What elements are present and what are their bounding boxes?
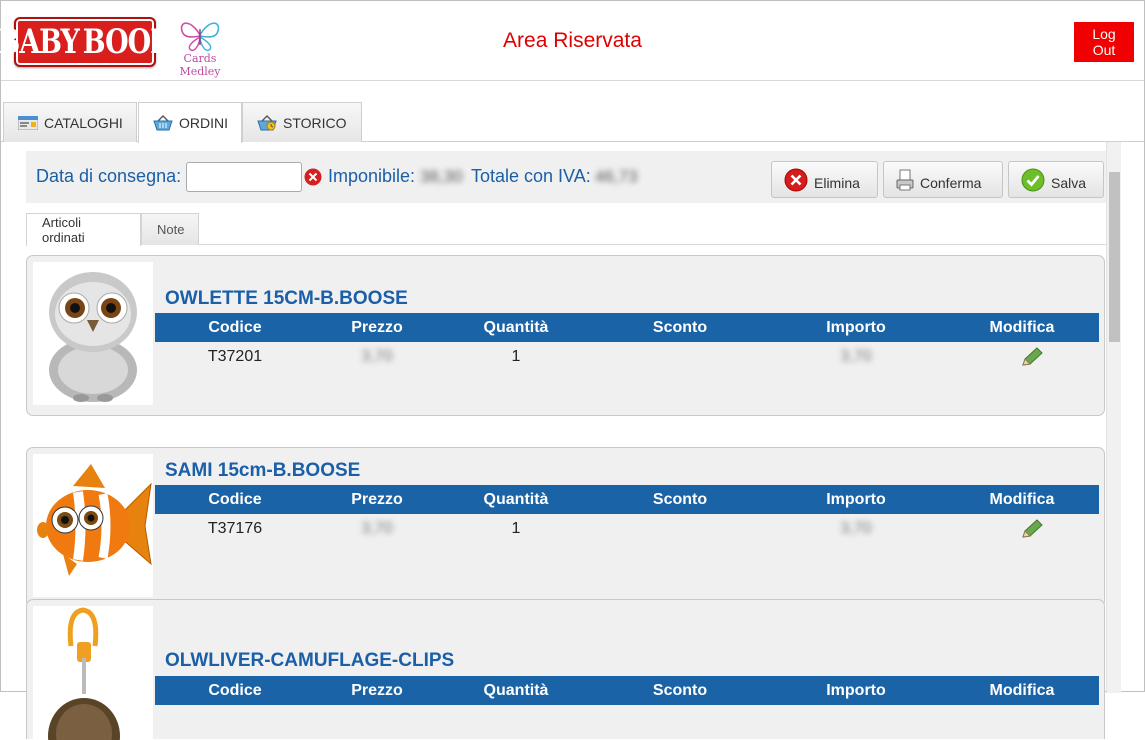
product-card: OWLETTE 15CM-B.BOOSE Codice Prezzo Quant…	[26, 255, 1105, 416]
product-code: T37176	[207, 520, 263, 537]
product-quantity: 1	[511, 348, 521, 365]
header-codice: Codice	[208, 490, 262, 508]
table-header: Codice Prezzo Quantità Sconto Importo Mo…	[155, 313, 1099, 342]
cards-medley-wordmark: Cards Medley	[179, 52, 221, 78]
tab-label: ORDINI	[179, 115, 228, 131]
product-name: OLWLIVER-CAMUFLAGE-CLIPS	[165, 650, 455, 671]
header-sconto: Sconto	[652, 681, 708, 699]
basket-icon	[153, 115, 173, 131]
header-prezzo: Prezzo	[351, 318, 403, 336]
subtab-note[interactable]: Note	[141, 213, 199, 245]
clear-date-icon[interactable]	[304, 168, 322, 186]
header-prezzo: Prezzo	[351, 490, 403, 508]
header: BABY BOOK Cards Medley Area Riservata Lo…	[0, 1, 1144, 81]
product-amount: 3,70	[840, 348, 872, 365]
tab-label: CATALOGHI	[44, 114, 123, 131]
header-prezzo: Prezzo	[351, 681, 403, 699]
pencil-icon[interactable]	[1020, 518, 1044, 540]
product-table: Codice Prezzo Quantità Sconto Importo Mo…	[155, 485, 1099, 544]
tab-cataloghi[interactable]: CATALOGHI	[3, 102, 137, 142]
product-image	[33, 262, 153, 405]
tab-ordini[interactable]: ORDINI	[138, 102, 242, 143]
tab-storico[interactable]: STORICO	[242, 102, 362, 142]
taxable-label: Imponibile:	[328, 166, 416, 186]
page-scrollbar[interactable]	[1106, 142, 1121, 693]
basket-history-icon	[257, 114, 277, 131]
page-title: Area Riservata	[503, 29, 642, 52]
product-code: T37201	[207, 348, 263, 365]
confirm-label: Conferma	[920, 174, 982, 191]
delete-button[interactable]: Elimina	[771, 161, 878, 198]
product-table: Codice Prezzo Quantità Sconto Importo Mo…	[155, 313, 1099, 372]
header-sconto: Sconto	[652, 318, 708, 336]
order-toolbar: Data di consegna: Imponibile: 38,30 Tota…	[26, 151, 1106, 203]
catalog-icon	[18, 115, 38, 130]
product-card: SAMI 15cm-B.BOOSE Codice Prezzo Quantità…	[26, 447, 1105, 608]
delivery-date-label: Data di consegna:	[36, 166, 182, 186]
edit-cell	[982, 514, 1082, 544]
header-codice: Codice	[208, 318, 262, 336]
delete-icon	[784, 168, 808, 192]
product-table: Codice Prezzo Quantità Sconto Importo Mo…	[155, 676, 1099, 705]
header-importo: Importo	[826, 681, 886, 699]
header-importo: Importo	[826, 318, 886, 336]
header-quantita: Quantità	[483, 318, 549, 336]
product-price: 3,70	[361, 520, 393, 537]
table-row: T37176 3,70 1 3,70	[155, 514, 1099, 544]
order-panel: Data di consegna: Imponibile: 38,30 Tota…	[26, 151, 1106, 740]
product-image	[33, 454, 153, 597]
scrollbar-thumb[interactable]	[1109, 172, 1120, 342]
delete-label: Elimina	[814, 174, 860, 191]
subtab-articoli-ordinati[interactable]: Articoli ordinati	[26, 213, 141, 246]
header-codice: Codice	[208, 681, 262, 699]
product-discount	[630, 342, 730, 372]
table-header: Codice Prezzo Quantità Sconto Importo Mo…	[155, 485, 1099, 514]
total-value: 46,73	[595, 167, 638, 186]
product-image	[33, 606, 153, 740]
header-importo: Importo	[826, 490, 886, 508]
table-row: T37201 3,70 1 3,70	[155, 342, 1099, 372]
save-label: Salva	[1051, 174, 1087, 191]
logout-button[interactable]: Log Out	[1074, 22, 1134, 62]
table-header: Codice Prezzo Quantità Sconto Importo Mo…	[155, 676, 1099, 705]
tab-label: STORICO	[283, 114, 347, 131]
header-sconto: Sconto	[652, 490, 708, 508]
confirm-button[interactable]: Conferma	[883, 161, 1003, 198]
save-button[interactable]: Salva	[1008, 161, 1104, 198]
main-tabs: CATALOGHI ORDINI STORICO	[1, 102, 1144, 143]
header-modifica: Modifica	[989, 490, 1055, 508]
product-amount: 3,70	[840, 520, 872, 537]
edit-cell	[982, 342, 1082, 372]
total-label: Totale con IVA:	[471, 166, 591, 186]
product-card: OLWLIVER-CAMUFLAGE-CLIPS Codice Prezzo Q…	[26, 599, 1105, 740]
product-quantity: 1	[511, 520, 521, 537]
order-subtabs: Articoli ordinati Note	[26, 213, 1106, 246]
header-quantita: Quantità	[483, 681, 549, 699]
product-price: 3,70	[361, 348, 393, 365]
product-name: SAMI 15cm-B.BOOSE	[165, 460, 361, 481]
printer-icon	[896, 169, 914, 191]
pencil-icon[interactable]	[1020, 346, 1044, 368]
product-discount	[630, 514, 730, 544]
taxable-value: 38,30	[420, 167, 463, 186]
checkmark-icon	[1021, 168, 1045, 192]
header-modifica: Modifica	[989, 681, 1055, 699]
header-quantita: Quantità	[483, 490, 549, 508]
header-modifica: Modifica	[989, 318, 1055, 336]
delivery-date-input[interactable]	[186, 162, 302, 192]
product-name: OWLETTE 15CM-B.BOOSE	[165, 288, 408, 309]
